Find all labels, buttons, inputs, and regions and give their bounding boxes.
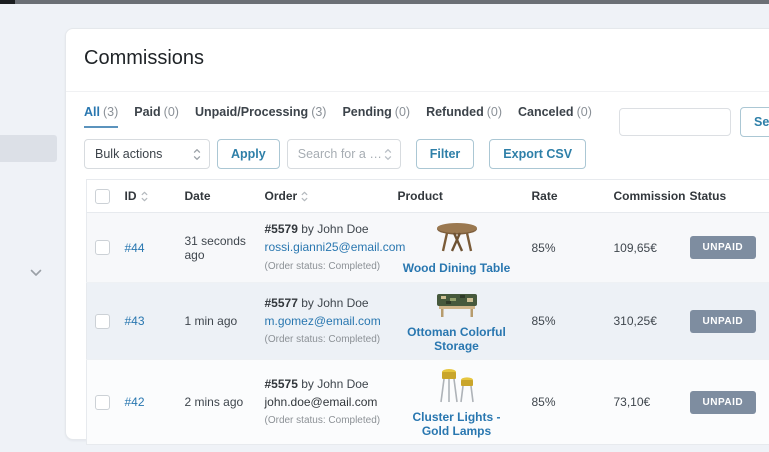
product-name-link[interactable]: Cluster Lights - Gold Lamps bbox=[398, 410, 516, 438]
product-cell: Cluster Lights - Gold Lamps bbox=[390, 360, 524, 445]
order-status-note: (Order status: Completed) bbox=[265, 415, 381, 426]
sort-chevrons-icon bbox=[301, 191, 308, 202]
table-toolbar: Bulk actions Apply Search for a produc..… bbox=[84, 139, 586, 169]
date-cell: 31 seconds ago bbox=[177, 213, 257, 283]
column-header-rate: Rate bbox=[524, 180, 606, 213]
order-number: #5579 bbox=[265, 222, 298, 236]
tab-unpaid-processing[interactable]: Unpaid/Processing(3) bbox=[195, 105, 327, 126]
commission-id-link[interactable]: #42 bbox=[125, 395, 145, 409]
product-cell: Wood Dining Table bbox=[390, 213, 524, 283]
rate-cell: 85% bbox=[524, 213, 606, 283]
tab-canceled[interactable]: Canceled(0) bbox=[518, 105, 592, 126]
order-cell: #5575 by John Doe john.doe@email.com (Or… bbox=[257, 360, 390, 445]
divider bbox=[66, 91, 769, 92]
date-cell: 1 min ago bbox=[177, 283, 257, 360]
column-header-commission: Commission bbox=[606, 180, 682, 213]
tab-count: (0) bbox=[577, 105, 592, 119]
tab-all[interactable]: All(3) bbox=[84, 105, 118, 128]
table-row: #42 2 mins ago #5575 by John Doe john.do… bbox=[87, 360, 769, 445]
order-number: #5577 bbox=[265, 296, 298, 310]
chevron-down-icon[interactable] bbox=[29, 265, 43, 275]
tab-count: (0) bbox=[164, 105, 179, 119]
admin-page: { "colors":{"accent":"#2977b0","badge_bg… bbox=[0, 0, 769, 452]
commissions-table: ID Date Order Product Rate Commission St… bbox=[86, 179, 769, 445]
column-header-date: Date bbox=[177, 180, 257, 213]
top-chrome-bar-dark-segment bbox=[0, 0, 15, 4]
product-name-link[interactable]: Wood Dining Table bbox=[398, 261, 516, 275]
row-checkbox[interactable] bbox=[95, 314, 110, 329]
top-chrome-bar bbox=[0, 0, 769, 4]
status-filter-tabs: All(3) Paid(0) Unpaid/Processing(3) Pend… bbox=[84, 105, 592, 128]
updown-chevron-icon bbox=[384, 148, 392, 161]
order-cell: #5579 by John Doe rossi.gianni25@email.c… bbox=[257, 213, 390, 283]
column-header-status: Status bbox=[682, 180, 769, 213]
product-name-link[interactable]: Ottoman Colorful Storage bbox=[398, 325, 516, 353]
commissions-panel: Commissions All(3) Paid(0) Unpaid/Proces… bbox=[65, 28, 769, 440]
column-header-product: Product bbox=[390, 180, 524, 213]
gold-lamps-image bbox=[434, 366, 480, 404]
product-filter-select[interactable]: Search for a produc... bbox=[287, 139, 401, 169]
ottoman-image bbox=[434, 289, 480, 319]
sidebar-menu-item[interactable] bbox=[0, 135, 57, 162]
status-badge: UNPAID bbox=[690, 236, 757, 259]
sort-chevrons-icon bbox=[141, 191, 148, 202]
select-all-checkbox[interactable] bbox=[95, 189, 110, 204]
search-button[interactable]: Search bbox=[740, 107, 769, 137]
table-row: #43 1 min ago #5577 by John Doe m.gomez@… bbox=[87, 283, 769, 360]
status-badge: UNPAID bbox=[690, 310, 757, 333]
product-thumbnail[interactable] bbox=[434, 221, 480, 255]
customer-email-link[interactable]: rossi.gianni25@email.com bbox=[265, 239, 382, 256]
tab-count: (3) bbox=[311, 105, 326, 119]
search-input[interactable] bbox=[619, 108, 731, 136]
customer-email-link[interactable]: m.gomez@email.com bbox=[265, 313, 382, 330]
bulk-actions-select[interactable]: Bulk actions bbox=[84, 139, 210, 169]
product-thumbnail[interactable] bbox=[434, 366, 480, 404]
order-customer: by John Doe bbox=[298, 296, 369, 310]
row-checkbox[interactable] bbox=[95, 395, 110, 410]
row-checkbox[interactable] bbox=[95, 240, 110, 255]
commission-cell: 109,65€ bbox=[606, 213, 682, 283]
commission-cell: 310,25€ bbox=[606, 283, 682, 360]
tab-paid[interactable]: Paid(0) bbox=[134, 105, 179, 126]
table-row: #44 31 seconds ago #5579 by John Doe ros… bbox=[87, 213, 769, 283]
date-cell: 2 mins ago bbox=[177, 360, 257, 445]
tab-count: (3) bbox=[103, 105, 118, 119]
customer-email: john.doe@email.com bbox=[265, 394, 382, 411]
order-status-note: (Order status: Completed) bbox=[265, 261, 381, 272]
rate-cell: 85% bbox=[524, 283, 606, 360]
order-customer: by John Doe bbox=[298, 377, 369, 391]
order-cell: #5577 by John Doe m.gomez@email.com (Ord… bbox=[257, 283, 390, 360]
commission-id-link[interactable]: #44 bbox=[125, 241, 145, 255]
tab-pending[interactable]: Pending(0) bbox=[342, 105, 410, 126]
commission-id-link[interactable]: #43 bbox=[125, 314, 145, 328]
product-thumbnail[interactable] bbox=[434, 289, 480, 319]
page-title: Commissions bbox=[84, 47, 204, 70]
product-cell: Ottoman Colorful Storage bbox=[390, 283, 524, 360]
apply-button[interactable]: Apply bbox=[217, 139, 280, 169]
filter-button[interactable]: Filter bbox=[416, 139, 475, 169]
order-number: #5575 bbox=[265, 377, 298, 391]
tab-count: (0) bbox=[395, 105, 410, 119]
tab-count: (0) bbox=[487, 105, 502, 119]
wood-table-image bbox=[434, 221, 480, 255]
order-status-note: (Order status: Completed) bbox=[265, 334, 381, 345]
table-header-row: ID Date Order Product Rate Commission St… bbox=[87, 180, 769, 213]
rate-cell: 85% bbox=[524, 360, 606, 445]
export-csv-button[interactable]: Export CSV bbox=[489, 139, 586, 169]
commission-cell: 73,10€ bbox=[606, 360, 682, 445]
order-customer: by John Doe bbox=[298, 222, 369, 236]
column-header-id[interactable]: ID bbox=[117, 180, 177, 213]
column-header-order[interactable]: Order bbox=[257, 180, 390, 213]
updown-chevron-icon bbox=[193, 148, 201, 161]
tab-refunded[interactable]: Refunded(0) bbox=[426, 105, 502, 126]
status-badge: UNPAID bbox=[690, 391, 757, 414]
